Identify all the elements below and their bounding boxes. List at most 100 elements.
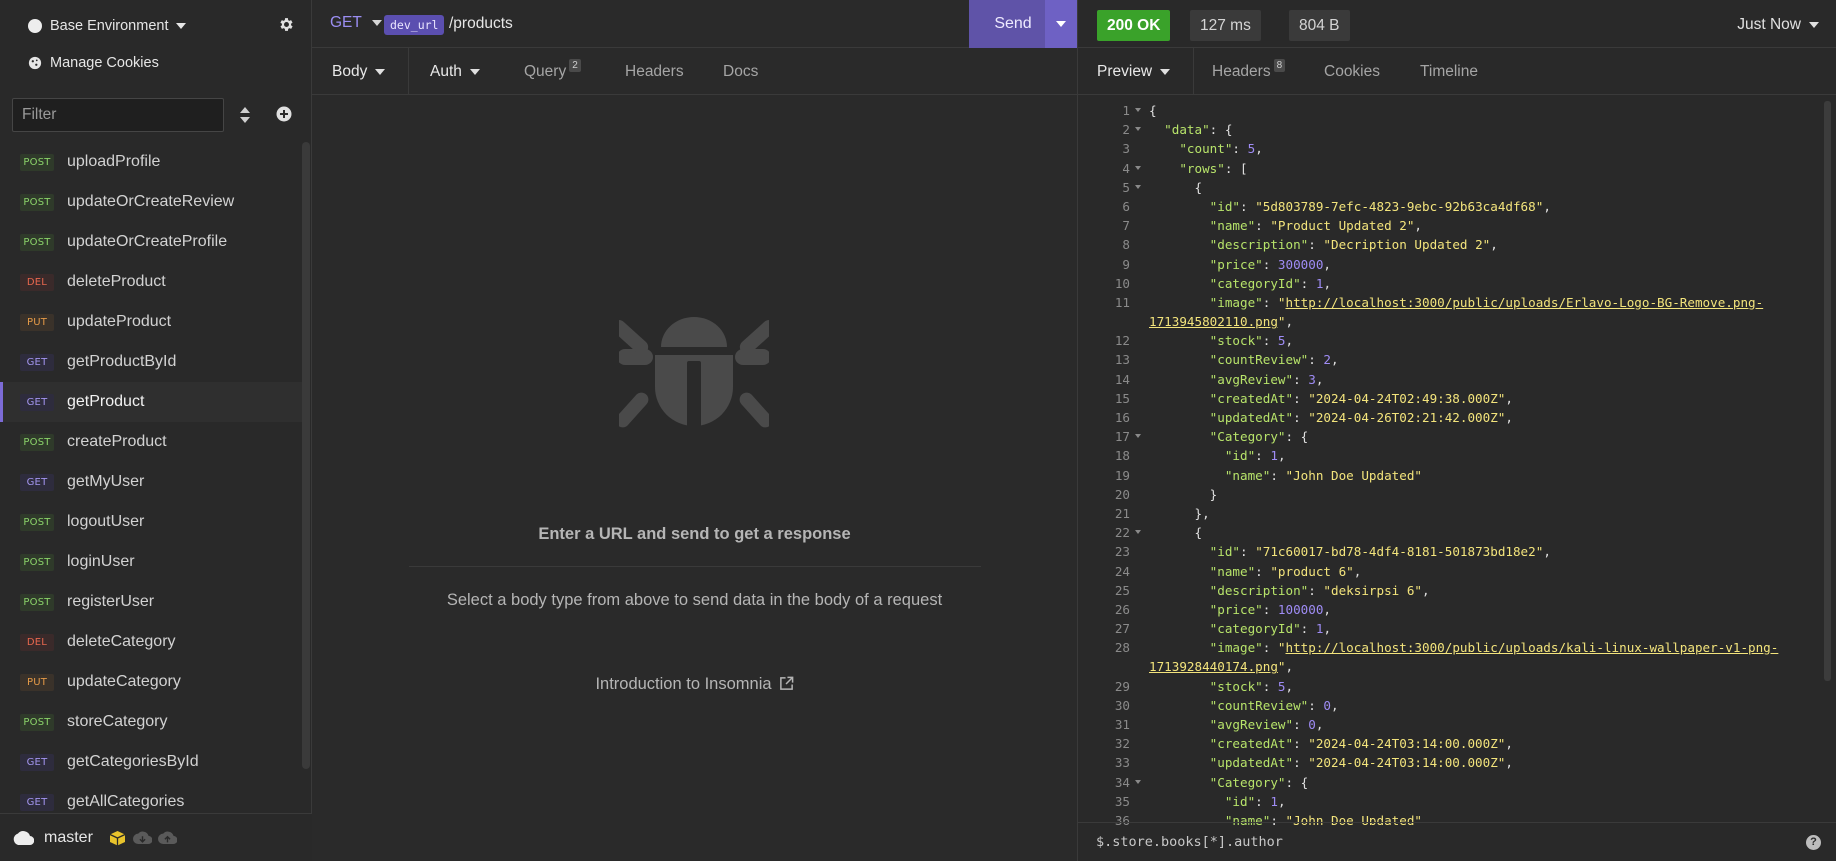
json-token: "price" bbox=[1209, 601, 1263, 617]
request-name: getProduct bbox=[67, 393, 145, 410]
response-json-viewer[interactable]: 1{2 "data": {3 "count": 5, 4 "rows": [5 {… bbox=[1078, 101, 1823, 825]
environment-selector[interactable]: Base Environment bbox=[28, 14, 187, 38]
history-selector[interactable]: Just Now bbox=[1737, 16, 1819, 34]
tab-cookies[interactable]: Cookies bbox=[1324, 48, 1380, 95]
request-name: logoutUser bbox=[67, 513, 145, 530]
tab-headers[interactable]: Headers bbox=[625, 48, 684, 95]
code-text: "countReview": 0, bbox=[1149, 696, 1339, 715]
fold-toggle-icon[interactable] bbox=[1135, 108, 1141, 112]
tab-query[interactable]: Query 2 bbox=[524, 48, 581, 95]
json-token: , bbox=[1490, 237, 1498, 253]
send-button[interactable]: Send bbox=[969, 0, 1057, 48]
fold-toggle-icon[interactable] bbox=[1135, 434, 1141, 439]
tab-cookies-label: Cookies bbox=[1324, 63, 1380, 80]
response-filter-input[interactable]: $.store.books[*].author bbox=[1096, 834, 1283, 850]
sidebar-request-item[interactable]: POST updateOrCreateReview bbox=[0, 182, 302, 222]
fold-toggle-icon[interactable] bbox=[1135, 165, 1141, 170]
request-name: getAllCategories bbox=[67, 793, 185, 810]
json-token: "Product Updated 2" bbox=[1270, 218, 1415, 234]
sidebar-request-item[interactable]: POST storeCategory bbox=[0, 702, 302, 742]
gear-icon[interactable] bbox=[278, 16, 295, 33]
filter-input[interactable]: Filter bbox=[12, 98, 224, 132]
bug-icon bbox=[619, 317, 769, 433]
json-token: "Category" bbox=[1209, 774, 1286, 790]
help-icon[interactable]: ? bbox=[1806, 835, 1821, 850]
sidebar-request-item[interactable]: POST uploadProfile bbox=[0, 142, 302, 182]
tab-auth[interactable]: Auth bbox=[430, 48, 480, 95]
code-line: 1713945802110.png", bbox=[1078, 312, 1823, 331]
sort-icon[interactable] bbox=[238, 106, 252, 124]
tab-docs[interactable]: Docs bbox=[723, 48, 758, 95]
sidebar-request-item[interactable]: GET getProductById bbox=[0, 342, 302, 382]
method-badge: GET bbox=[20, 393, 54, 411]
json-token: "countReview" bbox=[1209, 352, 1309, 368]
fold-toggle-icon[interactable] bbox=[1135, 530, 1141, 535]
line-number: 9 bbox=[1122, 256, 1130, 272]
sidebar-request-item[interactable]: DEL deleteProduct bbox=[0, 262, 302, 302]
tab-preview[interactable]: Preview bbox=[1097, 48, 1171, 95]
fold-toggle-icon[interactable] bbox=[1135, 184, 1141, 189]
commit-box-icon[interactable] bbox=[108, 830, 127, 846]
push-icon[interactable] bbox=[158, 830, 177, 846]
fold-toggle-icon[interactable] bbox=[1135, 127, 1141, 132]
json-link[interactable]: http://localhost:3000/public/uploads/Erl… bbox=[1286, 295, 1764, 310]
json-token: , bbox=[1285, 333, 1294, 349]
sidebar-request-item[interactable]: GET getMyUser bbox=[0, 462, 302, 502]
tab-response-headers[interactable]: Headers 8 bbox=[1212, 48, 1286, 95]
json-link[interactable]: 1713928440174.png bbox=[1149, 659, 1278, 674]
line-number: 26 bbox=[1114, 601, 1130, 617]
tab-timeline[interactable]: Timeline bbox=[1420, 48, 1478, 95]
query-count-badge: 2 bbox=[569, 59, 581, 72]
code-line: 19 "name": "John Doe Updated" bbox=[1078, 466, 1823, 485]
code-text: "count": 5, bbox=[1149, 139, 1262, 158]
branch-selector[interactable]: master bbox=[12, 829, 93, 847]
json-token: "countReview" bbox=[1209, 697, 1309, 713]
json-token: 3 bbox=[1308, 371, 1316, 387]
json-token: "name" bbox=[1209, 563, 1256, 579]
code-text: { bbox=[1149, 523, 1202, 542]
method-badge: DEL bbox=[20, 273, 54, 291]
line-number: 5 bbox=[1122, 179, 1130, 195]
json-token: "createdAt" bbox=[1209, 736, 1294, 752]
code-line: 1713928440174.png", bbox=[1078, 657, 1823, 676]
json-token: , bbox=[1323, 256, 1332, 272]
json-token: : bbox=[1262, 601, 1278, 617]
method-badge: POST bbox=[20, 233, 54, 251]
url-input[interactable]: /products bbox=[449, 15, 513, 33]
pull-icon[interactable] bbox=[133, 830, 152, 846]
sidebar-scrollbar[interactable] bbox=[302, 142, 310, 769]
sidebar-request-item[interactable]: PUT updateProduct bbox=[0, 302, 302, 342]
code-text: "Category": { bbox=[1149, 773, 1309, 792]
sidebar-request-item[interactable]: GET getCategoriesById bbox=[0, 742, 302, 782]
sidebar-request-item[interactable]: POST updateOrCreateProfile bbox=[0, 222, 302, 262]
send-options-button[interactable] bbox=[1045, 0, 1077, 48]
json-token: "image" bbox=[1209, 640, 1263, 656]
method-selector[interactable]: GET bbox=[330, 14, 382, 32]
sidebar-request-item[interactable]: PUT updateCategory bbox=[0, 662, 302, 702]
response-scrollbar[interactable] bbox=[1824, 101, 1831, 681]
sidebar-request-item[interactable]: GET getAllCategories bbox=[0, 782, 302, 814]
code-line: 2 "data": { bbox=[1078, 120, 1823, 139]
request-name: storeCategory bbox=[67, 713, 168, 730]
sidebar-request-item[interactable]: POST createProduct bbox=[0, 422, 302, 462]
sidebar-request-item[interactable]: GET getProduct bbox=[0, 382, 302, 422]
tab-body[interactable]: Body bbox=[332, 48, 386, 95]
env-variable-tag[interactable]: dev_url bbox=[384, 15, 445, 35]
line-number: 14 bbox=[1114, 371, 1130, 387]
request-name: deleteCategory bbox=[67, 633, 176, 650]
json-link[interactable]: http://localhost:3000/public/uploads/kal… bbox=[1286, 640, 1779, 655]
sidebar-request-item[interactable]: POST registerUser bbox=[0, 582, 302, 622]
tab-query-label: Query bbox=[524, 63, 567, 80]
sidebar-request-item[interactable]: DEL deleteCategory bbox=[0, 622, 302, 662]
fold-toggle-icon[interactable] bbox=[1135, 779, 1141, 784]
sidebar-request-item[interactable]: POST logoutUser bbox=[0, 502, 302, 542]
sidebar-request-item[interactable]: POST loginUser bbox=[0, 542, 302, 582]
intro-link[interactable]: Introduction to Insomnia bbox=[312, 675, 1077, 694]
manage-cookies-button[interactable]: Manage Cookies bbox=[28, 52, 159, 74]
json-token: , bbox=[1505, 736, 1513, 752]
json-link[interactable]: 1713945802110.png bbox=[1149, 314, 1278, 329]
add-circle-icon[interactable] bbox=[276, 106, 292, 122]
code-line: 34 "Category": { bbox=[1078, 773, 1823, 792]
